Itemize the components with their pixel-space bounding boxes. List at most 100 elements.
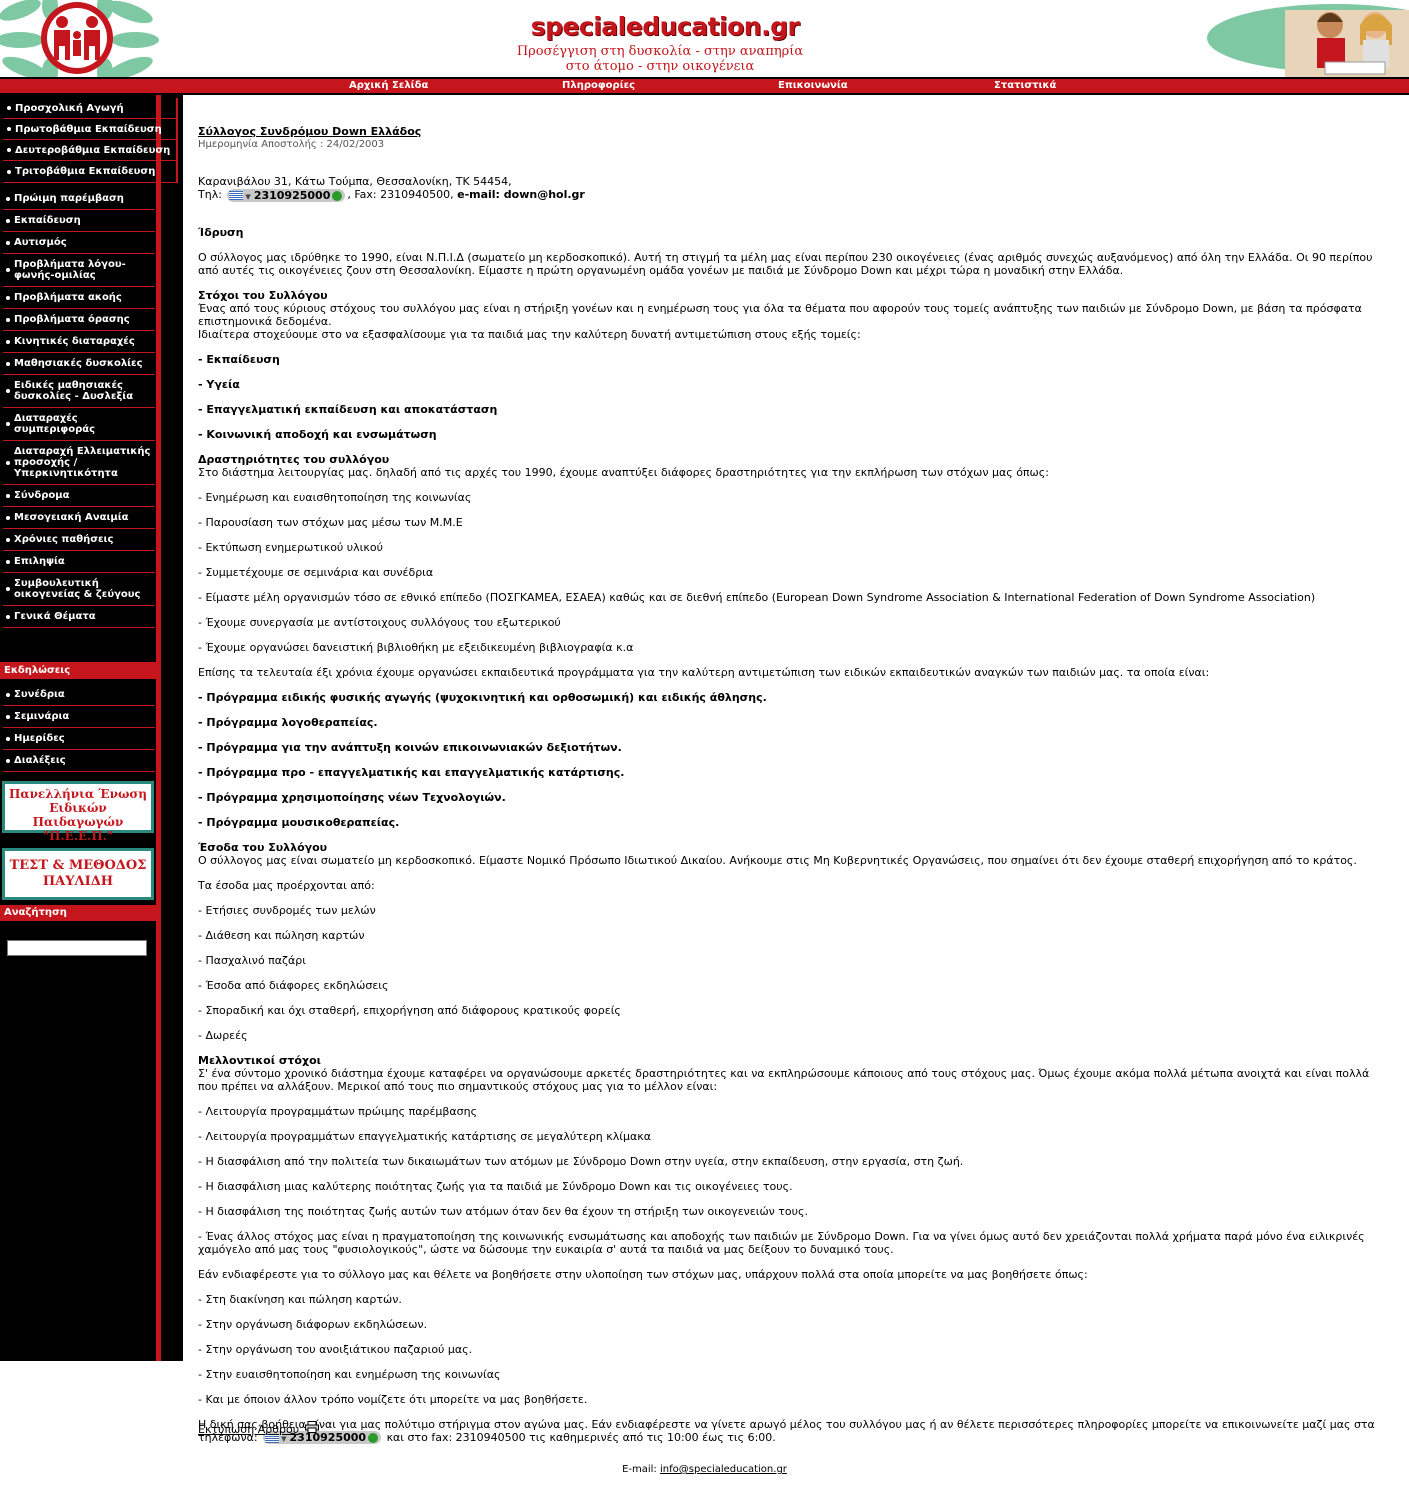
future-item: - Η διασφάλιση της ποιότητας ζωής αυτών … [198,1204,808,1218]
bullet-icon [6,268,10,272]
sidebar-item-hearing[interactable]: Προβλήματα ακοής [3,287,155,309]
activity-item: - Είμαστε μέλη οργανισμών τόσο σε εθνικό… [198,590,1316,604]
sidebar-item-speech[interactable]: Προβλήματα λόγου-φωνής-ομιλίας [3,254,155,287]
bullet-icon [6,339,10,344]
nav-statistics[interactable]: Στατιστικά [994,80,1056,91]
sidebar-item-workshops[interactable]: Ημερίδες [3,728,155,750]
bullet-icon [6,587,10,591]
bullet-icon [6,493,10,498]
activity-item: - Εκτύπωση ενημερωτικού υλικού [198,540,383,554]
activity-item: - Ενημέρωση και ευαισθητοποίηση της κοιν… [198,490,472,504]
sidebar-sub-item-tertiary[interactable]: Τριτοβάθμια Εκπαίδευση [3,161,178,183]
article: Σύλλογος Συνδρόμου Down Ελλάδος Ημερομην… [198,125,1388,1444]
printer-icon[interactable] [305,1421,319,1433]
program-item: - Πρόγραμμα χρησιμοποίησης νέων Τεχνολογ… [198,790,506,804]
program-item: - Πρόγραμμα μουσικοθεραπείας. [198,815,400,829]
address: Καρανιβάλου 31, Κάτω Τούμπα, Θεσσαλονίκη… [198,175,512,188]
search-heading: Αναζήτηση [0,905,156,921]
future-item: - Ένας άλλος στόχος μας είναι η πραγματο… [198,1229,1365,1256]
bullet-icon [6,240,10,245]
sidebar-item-motor[interactable]: Κινητικές διαταραχές [3,331,155,353]
greek-flag-icon [229,191,244,200]
sidebar-item-seminars[interactable]: Σεμινάρια [3,706,155,728]
sidebar-item-education[interactable]: Εκπαίδευση [3,210,155,232]
sidebar-sub-item-primary[interactable]: Πρωτοβάθμια Εκπαίδευση [3,119,178,140]
paragraph-final: Η δική σας βοήθεια είναι για μας πολύτιμ… [198,1417,1375,1444]
paragraph-future: Σ' ένα σύντομο χρονικό διάστημα έχουμε κ… [198,1066,1370,1093]
call-icon [332,190,343,201]
domain-item: - Επαγγελματική εκπαίδευση και αποκατάστ… [198,402,498,416]
bullet-icon [7,169,11,174]
bullet-icon [6,317,10,322]
nav-contact[interactable]: Επικοινωνία [778,80,848,91]
sidebar-item-epilepsy[interactable]: Επιληψία [3,551,155,573]
header: specialeducation.gr Προσέγγιση στη δυσκο… [0,0,1409,77]
program-item: - Πρόγραμμα ειδικής φυσικής αγωγής (ψυχο… [198,690,767,704]
sidebar-item-chronic[interactable]: Χρόνιες παθήσεις [3,529,155,551]
sidebar-sub-item-secondary[interactable]: Δευτεροβάθμια Εκπαίδευση [3,140,178,161]
heading-founding: Ίδρυση [198,225,244,239]
sidebar-item-vision[interactable]: Προβλήματα όρασης [3,309,155,331]
search-input[interactable] [7,940,147,956]
program-item: - Πρόγραμμα προ - επαγγελματικής και επα… [198,765,625,779]
program-item: - Πρόγραμμα λογοθεραπείας. [198,715,378,729]
nav-info[interactable]: Πληροφορίες [562,80,635,91]
help-item: - Στην οργάνωση διάφορων εκδηλώσεων. [198,1317,428,1331]
test-method-banner[interactable]: ΤΕΣΤ & ΜΕΘΟΔΟΣ ΠΑΥΛΙΔΗ [2,848,154,900]
tagline-line2: στο άτομο - στην οικογένεια [565,59,755,74]
bullet-icon [6,758,10,763]
paragraph-goals: Ένας από τους κύριους στόχους του συλλόγ… [198,301,1362,328]
sidebar: Προσχολική Αγωγή Πρωτοβάθμια Εκπαίδευση … [0,95,183,1361]
print-article-link[interactable]: Εκτύπωση Άρθρου [198,1423,299,1436]
footer-email-link[interactable]: info@specialeducation.gr [660,1464,787,1475]
sidebar-item-learning[interactable]: Μαθησιακές δυσκολίες [3,353,155,375]
bullet-icon [6,614,10,619]
sidebar-item-syndromes[interactable]: Σύνδρομα [3,485,155,507]
top-nav: Αρχική Σελίδα Πληροφορίες Επικοινωνία Στ… [0,77,1409,95]
bullet-icon [6,295,10,300]
income-item: - Δωρεές [198,1028,248,1042]
bullet-icon [6,422,10,426]
site-title[interactable]: specialeducation.gr [520,12,810,41]
domain-item: - Κοινωνική αποδοχή και ενσωμάτωση [198,427,437,441]
sidebar-item-counseling[interactable]: Συμβουλευτική οικογενείας & ζεύγους [3,573,155,606]
nav-home[interactable]: Αρχική Σελίδα [349,80,428,91]
sidebar-sub-item-preschool[interactable]: Προσχολική Αγωγή [3,98,178,119]
article-title[interactable]: Σύλλογος Συνδρόμου Down Ελλάδος [198,125,1388,138]
sidebar-item-early-intervention[interactable]: Πρώιμη παρέμβαση [3,188,155,210]
paragraph-income: Ο σύλλογος μας είναι σωματείο μη κερδοσκ… [198,853,1357,867]
sidebar-item-autism[interactable]: Αυτισμός [3,232,155,254]
help-item: - Στη διακίνηση και πώληση καρτών. [198,1292,402,1306]
sidebar-item-general[interactable]: Γενικά Θέματα [3,606,155,628]
heading-goals: Στόχοι του Συλλόγου [198,288,328,302]
logo-flower-icon[interactable] [0,0,160,77]
bullet-icon [6,692,10,697]
sidebar-item-anemia[interactable]: Μεσογειακή Αναιμία [3,507,155,529]
footer-email-label: E-mail: [622,1464,657,1475]
sidebar-item-adhd[interactable]: Διαταραχή Ελλειματικής προσοχής / Υπερκι… [3,441,155,485]
domain-item: - Υγεία [198,377,240,391]
phone-chip[interactable]: ▼ 2310925000 [227,188,346,202]
domain-item: - Εκπαίδευση [198,352,280,366]
paragraph-activities: Στο διάστημα λειτουργίας μας. δηλαδή από… [198,465,1049,479]
tagline: Προσέγγιση στη δυσκολία - στην αναπηρία … [500,44,820,74]
heading-income: Έσοδα του Συλλόγου [198,840,328,854]
activity-item: - Έχουμε συνεργασία με αντίστοιχους συλλ… [198,615,561,629]
paragraph-programs: Επίσης τα τελευταία έξι χρόνια έχουμε ορ… [198,665,1210,679]
future-item: - Λειτουργία προγραμμάτων πρώιμης παρέμβ… [198,1104,478,1118]
bullet-icon [7,127,11,131]
income-item: - Σποραδική και όχι σταθερή, επιχορήγηση… [198,1003,621,1017]
peep-banner[interactable]: Πανελλήνια Ένωση Ειδικών Παιδαγωγών "Π.Ε… [2,781,154,843]
bullet-icon [6,736,10,741]
activity-item: - Συμμετέχουμε σε σεμινάρια και συνέδρια [198,565,434,579]
sidebar-item-dyslexia[interactable]: Ειδικές μαθησιακές δυσκολίες - Δυσλεξία [3,375,155,408]
income-item: - Διάθεση και πώληση καρτών [198,928,365,942]
sidebar-item-conferences[interactable]: Συνέδρια [3,684,155,706]
bullet-icon [7,148,11,152]
future-item: - Η διασφάλιση από την πολιτεία των δικα… [198,1154,964,1168]
sidebar-item-lectures[interactable]: Διαλέξεις [3,750,155,772]
bullet-icon [6,361,10,366]
sidebar-item-behavior[interactable]: Διαταραχές συμπεριφοράς [3,408,155,441]
contact-line: Τηλ: ▼ 2310925000, Fax: 2310940500, e-mai… [198,188,585,202]
children-reading-photo [1207,4,1409,77]
